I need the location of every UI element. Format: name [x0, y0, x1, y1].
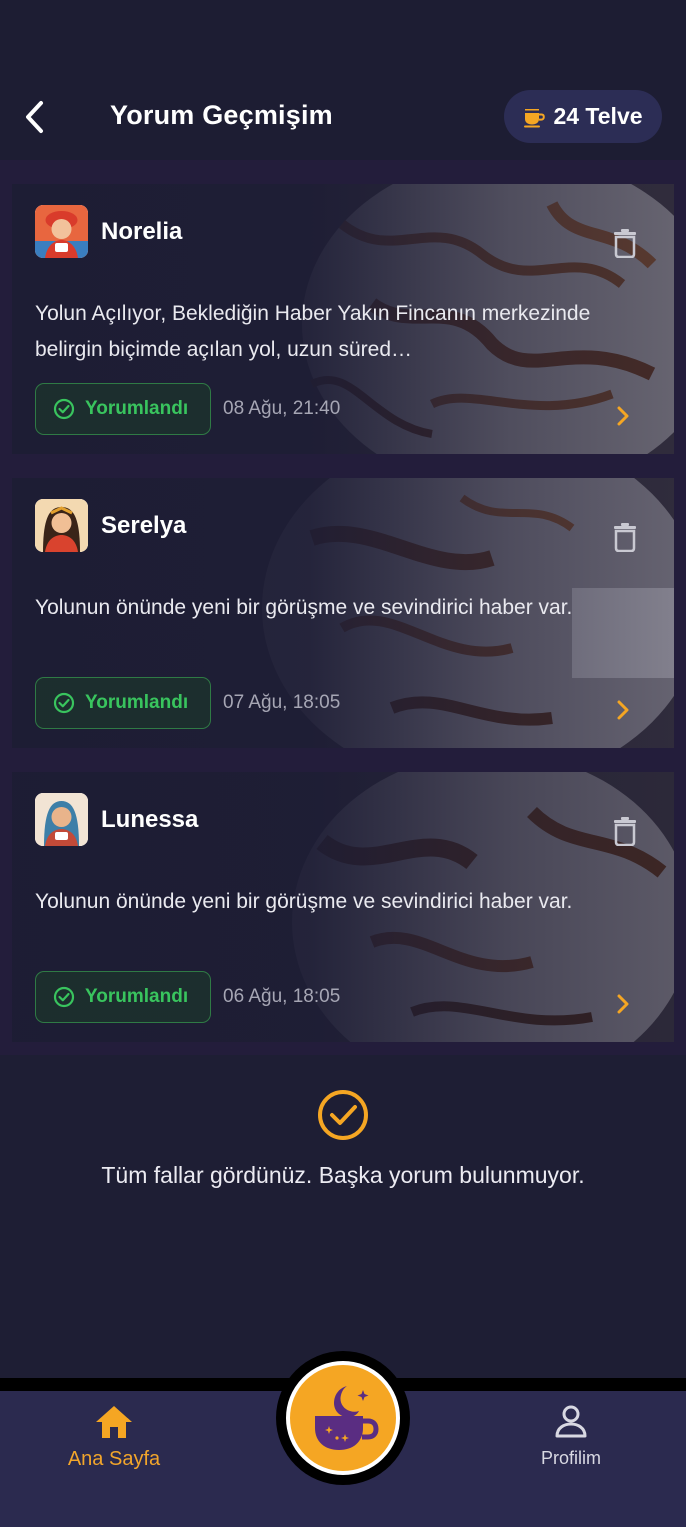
reading-card[interactable]: Serelya Yolunun önünde yeni bir görüşme …: [12, 478, 674, 748]
chevron-right-icon: [617, 700, 629, 720]
telve-balance-badge[interactable]: 24 Telve: [504, 90, 662, 143]
reading-card[interactable]: Lunessa Yolunun önünde yeni bir görüşme …: [12, 772, 674, 1042]
reading-snippet: Yolun Açılıyor, Beklediğin Haber Yakın F…: [35, 302, 591, 361]
home-icon: [96, 1406, 132, 1438]
reader-avatar: [35, 793, 88, 846]
status-text: Yorumlandı: [85, 986, 189, 1007]
status-badge: Yorumlandı: [35, 971, 211, 1023]
nav-profile-tab[interactable]: Profilim: [520, 1404, 622, 1484]
check-circle-icon: [53, 986, 75, 1008]
reading-date: 08 Ağu, 21:40: [223, 398, 341, 419]
telve-count: 24 Telve: [553, 103, 643, 129]
nav-home-tab[interactable]: Ana Sayfa: [54, 1404, 174, 1484]
page-title: Yorum Geçmişim: [110, 100, 333, 130]
back-button[interactable]: [14, 96, 54, 138]
status-badge: Yorumlandı: [35, 677, 211, 729]
nav-home-label: Ana Sayfa: [67, 1448, 161, 1470]
chevron-left-icon: [26, 101, 43, 133]
chevron-right-icon: [617, 406, 629, 426]
reading-snippet: Yolunun önünde yeni bir görüşme ve sevin…: [35, 596, 573, 619]
status-text: Yorumlandı: [85, 692, 189, 713]
reading-card[interactable]: Norelia Yolun Açılıyor, Beklediğin Haber…: [12, 184, 674, 454]
status-text: Yorumlandı: [85, 398, 189, 419]
person-icon: [555, 1405, 587, 1438]
reader-name: Serelya: [101, 512, 187, 539]
nav-profile-label: Profilim: [540, 1448, 601, 1468]
status-badge: Yorumlandı: [35, 383, 211, 435]
coffee-cup-icon: [524, 108, 546, 127]
reading-date: 06 Ağu, 18:05: [223, 986, 341, 1007]
reading-date: 07 Ağu, 18:05: [223, 692, 341, 713]
end-of-list-message: Tüm fallar gördünüz. Başka yorum bulunmu…: [101, 1162, 585, 1188]
chevron-right-icon: [617, 994, 629, 1014]
check-circle-icon: [53, 398, 75, 420]
reader-name: Norelia: [101, 218, 183, 245]
reader-avatar: [35, 205, 88, 258]
check-circle-icon: [318, 1090, 368, 1140]
new-reading-button[interactable]: [276, 1351, 410, 1485]
coffee-moon-icon: [315, 1386, 379, 1450]
reader-name: Lunessa: [101, 806, 199, 833]
trash-icon[interactable]: [612, 522, 638, 552]
check-circle-icon: [53, 692, 75, 714]
reading-snippet: Yolunun önünde yeni bir görüşme ve sevin…: [35, 890, 573, 913]
trash-icon[interactable]: [612, 816, 638, 846]
trash-icon[interactable]: [612, 228, 638, 258]
reader-avatar: [35, 499, 88, 552]
